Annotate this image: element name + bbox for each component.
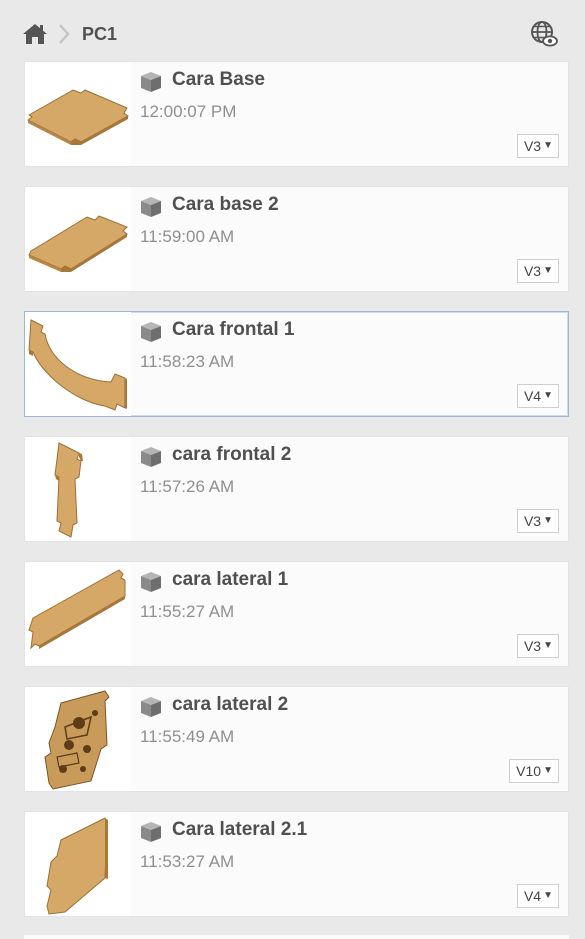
cube-icon: [139, 195, 163, 219]
version-label: V3: [523, 138, 542, 154]
chevron-right-icon: [57, 22, 71, 46]
thumbnail: [25, 312, 131, 416]
list-item[interactable]: Cara base 2 11:59:00 AM V3 ▼: [24, 186, 569, 292]
item-title[interactable]: cara frontal 2: [172, 444, 291, 466]
thumbnail: [25, 437, 131, 541]
globe-eye-icon[interactable]: [530, 20, 558, 48]
version-dropdown[interactable]: V4 ▼: [516, 884, 559, 908]
item-title[interactable]: Cara lateral 2.1: [172, 819, 307, 841]
caret-down-icon: ▼: [543, 140, 553, 151]
item-title[interactable]: Cara frontal 1: [172, 319, 294, 341]
version-dropdown[interactable]: V3 ▼: [516, 509, 559, 533]
list-item[interactable]: Cara lateral 2.1 11:53:27 AM V4 ▼: [24, 811, 569, 917]
header: PC1: [0, 0, 585, 62]
version-label: V3: [523, 263, 542, 279]
version-dropdown[interactable]: V4 ▼: [516, 384, 559, 408]
list-item[interactable]: Cara Base 12:00:07 PM V3 ▼: [24, 61, 569, 167]
cube-icon: [139, 70, 163, 94]
version-label: V10: [516, 763, 542, 779]
thumbnail: [25, 812, 131, 916]
item-title[interactable]: cara lateral 1: [172, 569, 288, 591]
item-timestamp: 11:55:27 AM: [140, 602, 235, 621]
list-item[interactable]: cara frontal 2 11:57:26 AM V3 ▼: [24, 436, 569, 542]
caret-down-icon: ▼: [543, 640, 553, 651]
item-timestamp: 12:00:07 PM: [140, 102, 237, 121]
version-label: V4: [523, 888, 542, 904]
item-timestamp: 11:58:23 AM: [140, 352, 235, 371]
version-label: V3: [523, 638, 542, 654]
list-item[interactable]: cara lateral 2 11:55:49 AM V10 ▼: [24, 686, 569, 792]
version-label: V4: [523, 388, 542, 404]
cube-icon: [139, 445, 163, 469]
caret-down-icon: ▼: [543, 515, 553, 526]
caret-down-icon: ▼: [543, 390, 553, 401]
item-title[interactable]: Cara Base: [172, 69, 265, 91]
item-timestamp: 11:59:00 AM: [140, 227, 235, 246]
breadcrumb-current[interactable]: PC1: [82, 22, 117, 46]
item-timestamp: 11:53:27 AM: [140, 852, 235, 871]
item-timestamp: 11:57:26 AM: [140, 477, 235, 496]
caret-down-icon: ▼: [543, 890, 553, 901]
list-item[interactable]: cara lateral 1 11:55:27 AM V3 ▼: [24, 561, 569, 667]
version-dropdown[interactable]: V3 ▼: [516, 259, 559, 283]
version-label: V3: [523, 513, 542, 529]
cube-icon: [139, 695, 163, 719]
thumbnail: [25, 62, 131, 166]
caret-down-icon: ▼: [543, 765, 553, 776]
cube-icon: [139, 820, 163, 844]
next-item-edge: [24, 935, 569, 939]
cube-icon: [139, 570, 163, 594]
item-title[interactable]: Cara base 2: [172, 194, 279, 216]
version-dropdown[interactable]: V10 ▼: [509, 759, 559, 783]
thumbnail: [25, 687, 131, 791]
cube-icon: [139, 320, 163, 344]
item-timestamp: 11:55:49 AM: [140, 727, 235, 746]
list-item[interactable]: Cara frontal 1 11:58:23 AM V4 ▼: [24, 311, 569, 417]
caret-down-icon: ▼: [543, 265, 553, 276]
version-dropdown[interactable]: V3 ▼: [516, 134, 559, 158]
item-title[interactable]: cara lateral 2: [172, 694, 288, 716]
thumbnail: [25, 187, 131, 291]
thumbnail: [25, 562, 131, 666]
version-dropdown[interactable]: V3 ▼: [516, 634, 559, 658]
home-icon[interactable]: [22, 22, 48, 46]
